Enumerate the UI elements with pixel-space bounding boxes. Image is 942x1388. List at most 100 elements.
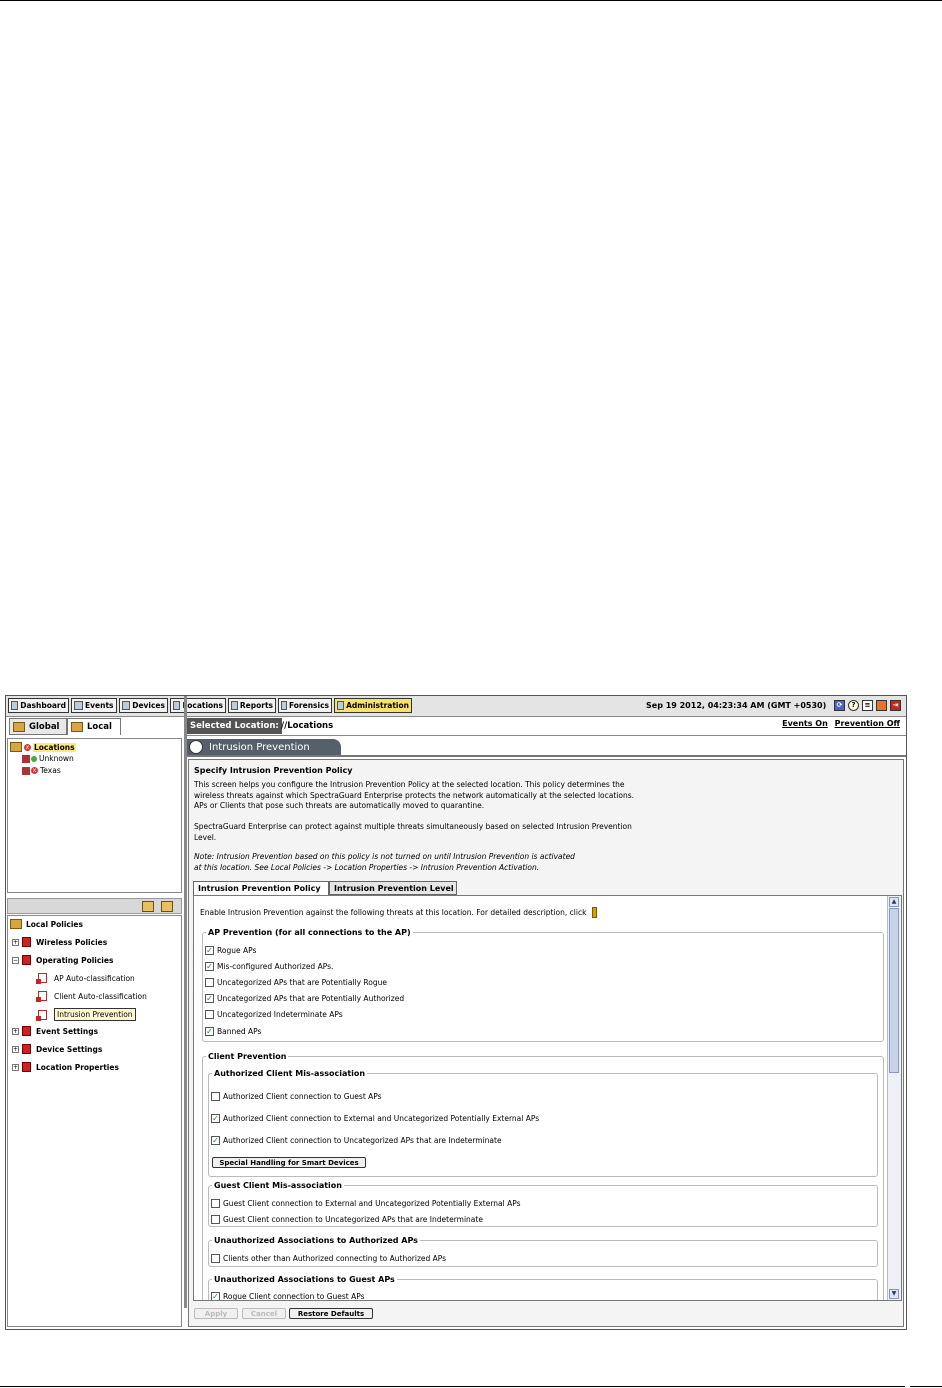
policy-doc-icon — [36, 991, 47, 1002]
collapse-icon[interactable]: − — [12, 956, 19, 964]
app-window: Dashboard Events Devices Locations Repor… — [5, 695, 907, 1330]
page-title-tab: Intrusion Prevention — [187, 739, 341, 755]
policy-toolbar — [7, 898, 182, 914]
tree-item-texas[interactable]: x Texas — [22, 766, 61, 775]
top-nav-bar: Dashboard Events Devices Locations Repor… — [6, 696, 906, 717]
checkbox[interactable] — [205, 978, 214, 987]
cb-auth-to-guest[interactable]: Authorized Client connection to Guest AP… — [211, 1092, 382, 1101]
cb-auth-to-external[interactable]: ✓ Authorized Client connection to Externa… — [211, 1114, 539, 1123]
logout-icon[interactable]: ⇥ — [890, 700, 901, 711]
help-icon[interactable]: ? — [848, 700, 859, 711]
cb-uncat-potentially-authorized[interactable]: ✓ Uncategorized APs that are Potentially … — [205, 994, 404, 1003]
location-tree: x Locations Unknown x Texas — [7, 738, 182, 893]
policy-book-icon — [22, 937, 31, 947]
dashboard-icon — [11, 701, 19, 710]
cb-banned-aps[interactable]: ✓ Banned APs — [205, 1027, 261, 1036]
policy-doc-icon — [36, 973, 47, 984]
events-link[interactable]: Events On — [782, 719, 828, 728]
apply-button[interactable]: Apply — [194, 1308, 238, 1319]
policy-operating[interactable]: − Operating Policies — [12, 955, 113, 965]
enable-text: Enable Intrusion Prevention against the … — [200, 907, 598, 918]
selected-location-label: Selected Location: — [187, 718, 282, 734]
policy-book-icon — [22, 955, 31, 965]
scroll-thumb[interactable] — [889, 908, 899, 1073]
ok-icon — [31, 755, 37, 762]
folder-icon — [10, 919, 22, 929]
cancel-button[interactable]: Cancel — [242, 1308, 286, 1319]
expand-icon[interactable]: + — [12, 1027, 19, 1035]
events-icon — [74, 701, 83, 710]
nav-dashboard[interactable]: Dashboard — [8, 698, 69, 713]
scroll-down-icon[interactable]: ▼ — [889, 1289, 899, 1299]
status-links: Events On Prevention Off — [778, 719, 900, 728]
cb-misconfigured-aps[interactable]: ✓ Mis-configured Authorized APs. — [205, 962, 333, 971]
policy-icon — [189, 740, 203, 754]
folder-icon — [71, 722, 83, 732]
checkbox[interactable]: ✓ — [205, 994, 214, 1003]
tab-global[interactable]: Global — [9, 718, 67, 735]
tab-intrusion-prevention-policy[interactable]: Intrusion Prevention Policy — [193, 881, 329, 895]
nav-events[interactable]: Events — [71, 698, 117, 713]
policy-device-settings[interactable]: + Device Settings — [12, 1044, 102, 1054]
checkbox[interactable]: ✓ — [205, 1027, 214, 1036]
list-icon[interactable]: ≡ — [862, 700, 873, 711]
checkbox[interactable]: ✓ — [211, 1292, 220, 1300]
error-icon: x — [31, 767, 38, 774]
location-icon — [22, 766, 30, 775]
checkbox[interactable]: ✓ — [205, 962, 214, 971]
note: Note: Intrusion Prevention based on this… — [194, 852, 575, 872]
info-icon[interactable] — [592, 907, 598, 918]
scroll-up-icon[interactable]: ▲ — [889, 897, 899, 907]
nav-reports[interactable]: Reports — [228, 698, 276, 713]
policy-intrusion-prevention[interactable]: Intrusion Prevention — [36, 1008, 136, 1021]
section-heading: Specify Intrusion Prevention Policy — [194, 766, 353, 775]
selected-location-value: //Locations — [281, 721, 334, 731]
policy-location-properties[interactable]: + Location Properties — [12, 1062, 119, 1072]
vertical-scrollbar[interactable]: ▲ ▼ — [887, 896, 901, 1300]
tab-intrusion-prevention-level[interactable]: Intrusion Prevention Level — [329, 881, 457, 895]
shield-icon[interactable] — [876, 700, 887, 711]
error-icon: x — [24, 743, 31, 751]
tab-local[interactable]: Local — [67, 718, 121, 735]
checkbox[interactable] — [211, 1092, 220, 1101]
nav-devices[interactable]: Devices — [119, 698, 168, 713]
cb-others-to-authorized[interactable]: Clients other than Authorized connecting… — [211, 1254, 446, 1263]
copy-policy-icon[interactable] — [142, 901, 154, 912]
checkbox[interactable]: ✓ — [211, 1114, 220, 1123]
checkbox[interactable] — [211, 1215, 220, 1224]
devices-icon — [122, 701, 131, 710]
checkbox[interactable]: ✓ — [211, 1136, 220, 1145]
nav-forensics[interactable]: Forensics — [278, 698, 332, 713]
tree-item-locations[interactable]: x Locations — [10, 742, 76, 752]
policy-event-settings[interactable]: + Event Settings — [12, 1026, 98, 1036]
nav-locations[interactable]: Locations — [170, 698, 226, 713]
cb-guest-to-external[interactable]: Guest Client connection to External and … — [211, 1199, 521, 1208]
prevention-link[interactable]: Prevention Off — [835, 719, 900, 728]
cb-rogue-aps[interactable]: ✓ Rogue APs — [205, 946, 256, 955]
special-handling-button[interactable]: Special Handling for Smart Devices — [212, 1157, 366, 1168]
policy-ap-autoclass[interactable]: AP Auto-classification — [36, 973, 135, 984]
expand-icon[interactable]: + — [12, 1063, 19, 1071]
policy-wireless[interactable]: + Wireless Policies — [12, 937, 107, 947]
expand-icon[interactable]: + — [12, 938, 19, 946]
checkbox[interactable]: ✓ — [205, 946, 214, 955]
policy-client-autoclass[interactable]: Client Auto-classification — [36, 991, 147, 1002]
cb-guest-to-indeterminate[interactable]: Guest Client connection to Uncategorized… — [211, 1215, 483, 1224]
nav-administration[interactable]: Administration — [334, 698, 412, 713]
policy-root[interactable]: Local Policies — [10, 919, 83, 929]
cb-rogue-to-guest[interactable]: ✓ Rogue Client connection to Guest APs — [211, 1292, 365, 1300]
paste-policy-icon[interactable] — [161, 901, 173, 912]
administration-icon — [337, 701, 345, 710]
checkbox[interactable] — [211, 1254, 220, 1263]
checkbox[interactable] — [205, 1010, 214, 1019]
policy-tree: Local Policies + Wireless Policies − Opera… — [7, 915, 182, 1327]
cb-uncat-indeterminate[interactable]: Uncategorized Indeterminate APs — [205, 1010, 343, 1019]
cb-auth-to-indeterminate[interactable]: ✓ Authorized Client connection to Uncateg… — [211, 1136, 502, 1145]
refresh-icon[interactable]: ⟳ — [834, 700, 845, 711]
left-pane: Global Local x Locations Unknown x Texas — [6, 717, 184, 1329]
tree-item-unknown[interactable]: Unknown — [22, 754, 74, 763]
expand-icon[interactable]: + — [12, 1045, 19, 1053]
cb-uncat-potentially-rogue[interactable]: Uncategorized APs that are Potentially R… — [205, 978, 387, 987]
checkbox[interactable] — [211, 1199, 220, 1208]
restore-defaults-button[interactable]: Restore Defaults — [289, 1308, 373, 1319]
